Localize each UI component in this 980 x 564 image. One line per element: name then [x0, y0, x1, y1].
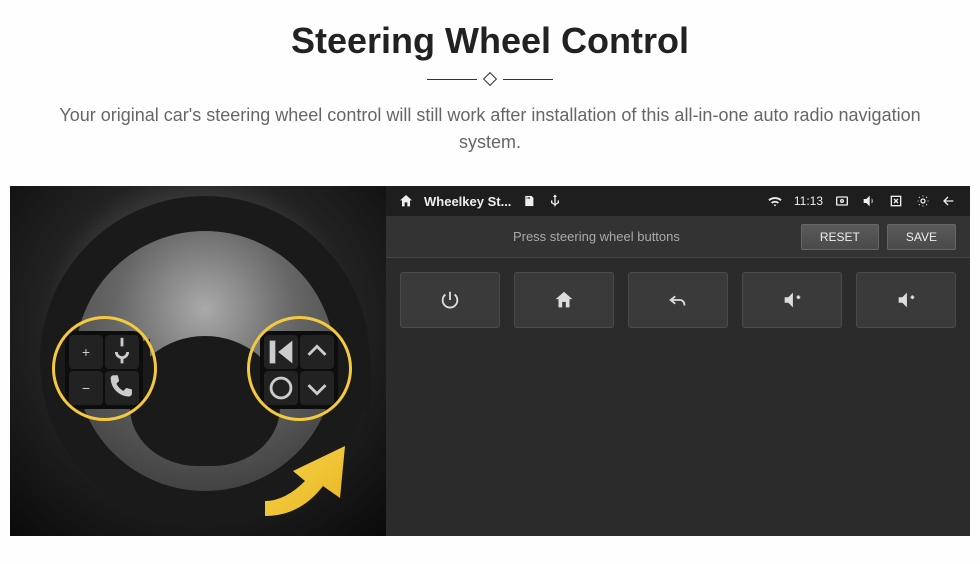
- key-volume-up-button-2[interactable]: [856, 272, 956, 328]
- home-icon[interactable]: [398, 193, 414, 209]
- title-divider: [0, 74, 980, 84]
- status-time: 11:13: [794, 194, 823, 208]
- content-row: + −: [10, 186, 970, 536]
- wheel-btn-phone-icon: [105, 371, 139, 405]
- wheel-button-cluster-right: [260, 331, 338, 409]
- screenshot-icon[interactable]: [834, 193, 850, 209]
- key-mapping-grid: [386, 258, 970, 536]
- wheel-btn-source-icon: [264, 371, 298, 405]
- wheel-btn-voice-icon: [105, 335, 139, 369]
- wheel-btn-minus-icon: −: [69, 371, 103, 405]
- wheel-btn-down-icon: [300, 371, 334, 405]
- wheel-button-cluster-left: + −: [65, 331, 143, 409]
- page-subtitle: Your original car's steering wheel contr…: [40, 102, 940, 156]
- status-bar: Wheelkey St... 11:13: [386, 186, 970, 216]
- head-unit-screen: Wheelkey St... 11:13: [386, 186, 970, 536]
- key-home-button[interactable]: [514, 272, 614, 328]
- wheel-btn-next-icon: [264, 335, 298, 369]
- close-app-icon[interactable]: [888, 193, 904, 209]
- steering-wheel-image: + −: [10, 186, 386, 536]
- reset-button[interactable]: RESET: [801, 224, 879, 250]
- wheel-btn-up-icon: [300, 335, 334, 369]
- page-title: Steering Wheel Control: [0, 20, 980, 62]
- sd-card-icon: [521, 193, 537, 209]
- wifi-icon: [767, 193, 783, 209]
- usb-icon: [547, 193, 563, 209]
- wheel-btn-plus-icon: +: [69, 335, 103, 369]
- volume-icon[interactable]: [861, 193, 877, 209]
- instruction-text: Press steering wheel buttons: [400, 229, 793, 244]
- key-back-button[interactable]: [628, 272, 728, 328]
- key-volume-up-button[interactable]: [742, 272, 842, 328]
- header-section: Steering Wheel Control Your original car…: [0, 0, 980, 171]
- instruction-bar: Press steering wheel buttons RESET SAVE: [386, 216, 970, 258]
- pointer-arrow-icon: [245, 426, 365, 516]
- brightness-down-icon[interactable]: [915, 193, 931, 209]
- save-button[interactable]: SAVE: [887, 224, 956, 250]
- back-icon[interactable]: [942, 193, 958, 209]
- app-title: Wheelkey St...: [424, 194, 511, 209]
- key-power-button[interactable]: [400, 272, 500, 328]
